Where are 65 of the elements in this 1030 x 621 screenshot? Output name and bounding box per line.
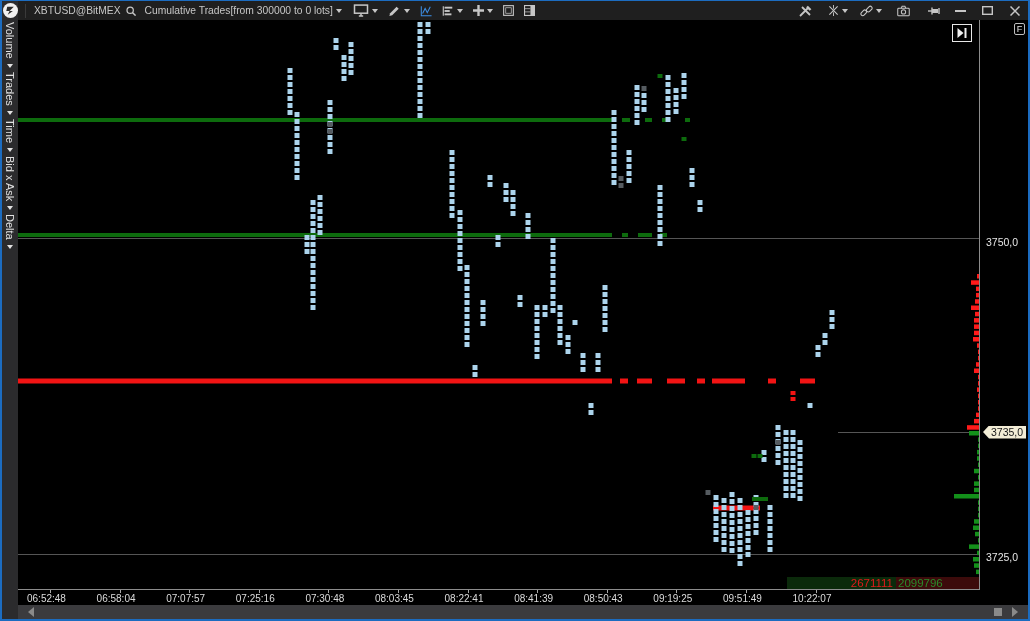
time-label: 07:25:16 xyxy=(235,593,275,604)
indicator-menu[interactable]: Time xyxy=(2,116,18,154)
price-label: 3750,0 xyxy=(986,235,1019,249)
search-icon xyxy=(125,5,136,16)
indicator-menu-label: Volume xyxy=(3,22,17,59)
chart-mode-dropdown[interactable]: Cumulative Trades[from 300000 to 0 lots] xyxy=(144,1,342,20)
indicator-menu-label: Trades xyxy=(3,71,17,106)
minimize-icon xyxy=(955,9,966,12)
pin-icon xyxy=(927,6,940,15)
instrument-name[interactable]: XBTUSD@BitMEX xyxy=(34,1,121,20)
indicator-menu-label: Bid x Ask xyxy=(3,155,17,201)
scroll-right-arrow-icon xyxy=(1012,607,1018,617)
volume-total: 2671111 xyxy=(787,577,896,589)
caret-icon xyxy=(7,110,13,115)
caret-icon xyxy=(7,63,13,68)
tools-icon xyxy=(797,4,812,17)
indicator-menu-label: Time xyxy=(3,118,17,143)
indicator-menu[interactable]: Delta xyxy=(2,211,18,251)
indicator-menu[interactable]: Bid x Ask xyxy=(2,153,18,212)
square-icon xyxy=(502,5,514,16)
scroll-left-arrow-icon xyxy=(28,607,34,617)
volume-total: 2099796 xyxy=(896,577,979,589)
scroll-to-end-button[interactable] xyxy=(952,24,972,42)
camera-icon xyxy=(897,4,910,17)
maximize-icon xyxy=(982,6,993,15)
caret-icon xyxy=(403,8,410,13)
caret-icon xyxy=(371,8,378,13)
caret-icon xyxy=(7,244,13,249)
time-label: 09:19:25 xyxy=(653,593,693,604)
caret-icon xyxy=(486,8,493,13)
caret-icon xyxy=(841,8,848,13)
skip-to-end-icon xyxy=(957,28,967,38)
time-label: 08:22:41 xyxy=(444,593,484,604)
indicator-menu-label: Delta xyxy=(3,213,17,240)
panel-layout-icon xyxy=(523,5,535,16)
time-label: 08:03:45 xyxy=(374,593,414,604)
time-label: 08:50:43 xyxy=(583,593,623,604)
time-label: 06:52:48 xyxy=(27,593,66,604)
caret-icon xyxy=(7,147,13,152)
caret-icon xyxy=(335,8,342,13)
horizontal-scrollbar[interactable] xyxy=(18,605,1028,619)
time-label: 10:22:07 xyxy=(792,593,832,604)
time-label: 06:58:04 xyxy=(96,593,136,604)
pencil-icon xyxy=(387,4,401,17)
monitor-button[interactable] xyxy=(352,1,378,20)
indicator-menu[interactable]: Volume xyxy=(2,20,18,70)
current-price-label: 3735,0 xyxy=(983,425,1027,439)
link-icon xyxy=(859,4,873,17)
fixed-scale-button[interactable]: F xyxy=(1014,23,1025,35)
line-chart-icon xyxy=(419,4,432,17)
time-label: 07:30:48 xyxy=(305,593,345,604)
price-label: 3725,0 xyxy=(986,550,1019,564)
plus-icon xyxy=(472,5,484,16)
bar-list-icon xyxy=(441,4,454,17)
square-icon xyxy=(994,608,1002,616)
time-label: 09:51:49 xyxy=(722,593,762,604)
time-label: 08:41:39 xyxy=(514,593,554,604)
caret-icon xyxy=(875,8,882,13)
time-label: 07:07:57 xyxy=(166,593,206,604)
close-icon xyxy=(1009,5,1020,16)
crosshair-icon xyxy=(827,5,839,16)
monitor-icon xyxy=(352,4,369,17)
indicator-menu[interactable]: Trades xyxy=(2,69,18,117)
caret-icon xyxy=(7,205,13,210)
caret-icon xyxy=(456,8,463,13)
